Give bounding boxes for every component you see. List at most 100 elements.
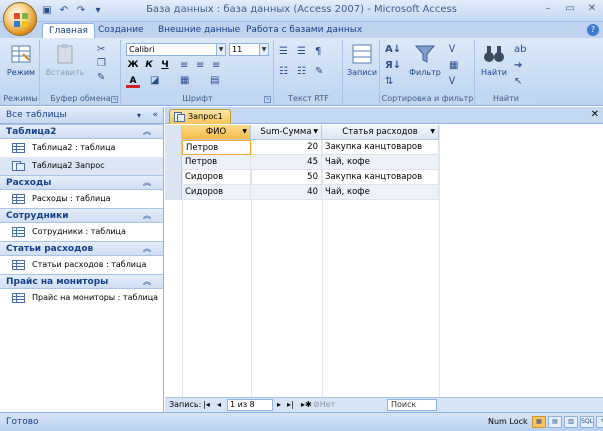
nav-group-header[interactable]: Сотрудники ︽ bbox=[0, 208, 163, 223]
replace-icon[interactable]: ab bbox=[514, 44, 526, 55]
help-icon[interactable]: ? bbox=[587, 24, 599, 36]
sql-view-icon[interactable]: SQL bbox=[580, 416, 594, 428]
table-cell[interactable]: Петров bbox=[182, 155, 251, 170]
advanced-filter-icon[interactable]: ▦ bbox=[449, 60, 458, 71]
collapse-group-icon: ︽ bbox=[143, 178, 151, 187]
table-cell[interactable]: Чай, кофе bbox=[322, 155, 439, 170]
nav-item-table[interactable]: Прайс на мониторы : таблица bbox=[0, 289, 163, 307]
row-selector[interactable] bbox=[165, 185, 182, 200]
alternate-fill-icon[interactable]: ▤ bbox=[210, 75, 219, 86]
paste-button[interactable]: Вставить bbox=[45, 42, 85, 77]
tab-home[interactable]: Главная bbox=[42, 23, 95, 38]
column-header-expense-item[interactable]: Статья расходов ▼ bbox=[322, 125, 439, 140]
highlight-icon[interactable]: ✎ bbox=[315, 66, 323, 77]
nav-item-table[interactable]: Статьи расходов : таблица bbox=[0, 256, 163, 274]
nav-item-query[interactable]: Таблица2 Запрос bbox=[0, 157, 163, 175]
table-cell[interactable]: Чай, кофе bbox=[322, 185, 439, 200]
nav-group-header[interactable]: Прайс на мониторы ︽ bbox=[0, 274, 163, 289]
copy-icon[interactable]: ❐ bbox=[97, 58, 106, 69]
minimize-icon[interactable]: – bbox=[541, 2, 555, 16]
tab-create[interactable]: Создание bbox=[92, 23, 150, 38]
numlock-indicator: Num Lock bbox=[488, 417, 528, 426]
nav-item-table[interactable]: Таблица2 : таблица bbox=[0, 139, 163, 157]
numbering-icon[interactable]: ☷ bbox=[297, 66, 306, 77]
font-dialog-launcher-icon[interactable]: ↘ bbox=[264, 96, 271, 103]
datasheet-view-icon[interactable]: ▦ bbox=[532, 416, 546, 428]
nav-group-header[interactable]: Таблица2 ︽ bbox=[0, 124, 163, 139]
table-cell[interactable]: 45 bbox=[251, 155, 322, 170]
align-right-icon[interactable]: ≡ bbox=[212, 60, 220, 71]
no-filter-indicator[interactable]: ⊘ Нет фильтра bbox=[313, 398, 356, 423]
nav-pane-header[interactable]: Все таблицы ▾ « bbox=[0, 107, 163, 124]
record-position-input[interactable]: 1 из 8 bbox=[227, 399, 273, 411]
font-name-select[interactable]: Calibri ▼ bbox=[126, 43, 226, 56]
font-color-button[interactable]: A bbox=[126, 75, 140, 88]
office-button[interactable] bbox=[3, 2, 37, 36]
records-button[interactable]: Записи bbox=[345, 42, 379, 77]
new-record-icon[interactable]: ▸✱ bbox=[301, 398, 312, 412]
table-cell[interactable]: Закупка канцтоваров bbox=[322, 170, 439, 185]
font-size-select[interactable]: 11 ▼ bbox=[229, 43, 269, 56]
nav-item-table[interactable]: Расходы : таблица bbox=[0, 190, 163, 208]
last-record-icon[interactable]: ▸| bbox=[287, 398, 294, 412]
close-document-icon[interactable]: ✕ bbox=[591, 109, 599, 120]
chevron-down-icon[interactable]: ▾ bbox=[137, 107, 141, 124]
tab-query1[interactable]: Запрос1 bbox=[169, 109, 231, 124]
nav-group-header[interactable]: Расходы ︽ bbox=[0, 175, 163, 190]
italic-button[interactable]: К bbox=[142, 59, 156, 72]
sort-descending-icon[interactable]: Я↓ bbox=[385, 60, 401, 71]
row-selector[interactable] bbox=[165, 155, 182, 170]
design-view-icon[interactable]: ✎ bbox=[596, 416, 603, 428]
tab-database-tools[interactable]: Работа с базами данных bbox=[240, 23, 368, 38]
bold-button[interactable]: Ж bbox=[126, 59, 140, 72]
select-icon[interactable]: ↖ bbox=[514, 76, 522, 87]
format-painter-icon[interactable]: ✎ bbox=[97, 72, 105, 83]
table-cell[interactable]: 20 bbox=[251, 140, 322, 155]
view-button[interactable]: Режим bbox=[4, 42, 38, 77]
align-center-icon[interactable]: ≡ bbox=[196, 60, 204, 71]
select-all-cell[interactable] bbox=[165, 125, 182, 140]
fill-color-icon[interactable]: ◪ bbox=[150, 75, 159, 86]
filter-button[interactable]: Фильтр bbox=[407, 42, 443, 77]
collapse-pane-icon[interactable]: « bbox=[152, 107, 158, 124]
nav-item-table[interactable]: Сотрудники : таблица bbox=[0, 223, 163, 241]
tab-external-data[interactable]: Внешние данные bbox=[152, 23, 246, 38]
goto-icon[interactable]: ➔ bbox=[514, 60, 522, 71]
table-cell[interactable]: Петров bbox=[182, 140, 251, 155]
first-record-icon[interactable]: |◂ bbox=[203, 398, 210, 412]
prev-record-icon[interactable]: ◂ bbox=[217, 398, 221, 412]
row-selector[interactable] bbox=[165, 170, 182, 185]
bullets-icon[interactable]: ☷ bbox=[279, 66, 288, 77]
table-cell[interactable]: 50 bbox=[251, 170, 322, 185]
maximize-icon[interactable]: ▭ bbox=[563, 2, 577, 16]
next-record-icon[interactable]: ▸ bbox=[277, 398, 281, 412]
clear-sort-icon[interactable]: ⇅ bbox=[385, 76, 393, 87]
rtl-icon[interactable]: ¶ bbox=[315, 46, 321, 57]
clipboard-dialog-launcher-icon[interactable]: ↘ bbox=[111, 96, 118, 103]
pivotchart-view-icon[interactable]: ▥ bbox=[564, 416, 578, 428]
table-cell[interactable]: 40 bbox=[251, 185, 322, 200]
find-button[interactable]: Найти bbox=[478, 42, 510, 77]
search-input[interactable]: Поиск bbox=[387, 399, 437, 411]
align-left-icon[interactable]: ≡ bbox=[180, 60, 188, 71]
selection-filter-icon[interactable]: Ꮩ bbox=[449, 44, 456, 55]
align-text-2-icon[interactable]: ☰ bbox=[297, 46, 306, 57]
pivottable-view-icon[interactable]: ▤ bbox=[548, 416, 562, 428]
nav-group-header[interactable]: Статьи расходов ︽ bbox=[0, 241, 163, 256]
row-selector[interactable] bbox=[165, 140, 182, 155]
toggle-filter-icon[interactable]: Ꮩ bbox=[449, 76, 456, 87]
gridlines-icon[interactable]: ▦ bbox=[180, 75, 189, 86]
table-cell[interactable]: Сидоров bbox=[182, 185, 251, 200]
sort-ascending-icon[interactable]: A↓ bbox=[385, 44, 401, 55]
column-header-fio[interactable]: ФИО ▼ bbox=[182, 125, 251, 140]
table-cell[interactable]: Закупка канцтоваров bbox=[322, 140, 439, 155]
align-text-icon[interactable]: ☰ bbox=[279, 46, 288, 57]
group-label-clipboard: Буфер обмена bbox=[41, 93, 120, 104]
cut-icon[interactable]: ✂ bbox=[97, 44, 105, 55]
close-icon[interactable]: ✕ bbox=[585, 2, 599, 16]
underline-button[interactable]: Ч bbox=[158, 59, 172, 72]
group-font: Calibri ▼ 11 ▼ Ж К Ч ≡ ≡ ≡ A ◪ ▦ ▤ Шрифт ↘ bbox=[122, 40, 274, 104]
table-icon bbox=[12, 260, 25, 270]
table-cell[interactable]: Сидоров bbox=[182, 170, 251, 185]
column-header-sum[interactable]: Sum-Сумма ▼ bbox=[251, 125, 322, 140]
